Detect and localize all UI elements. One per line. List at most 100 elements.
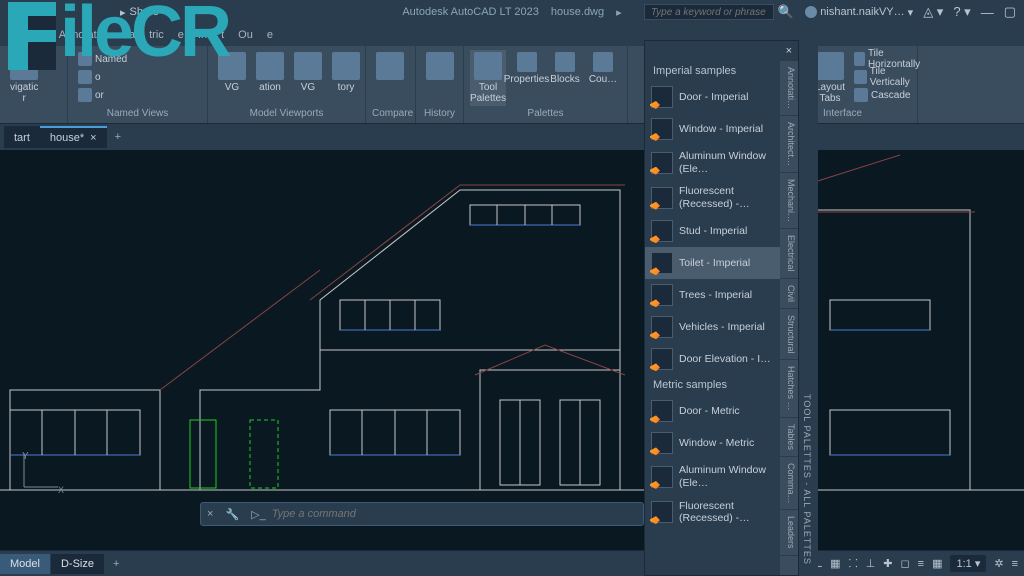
- palette-tab[interactable]: Leaders: [780, 510, 798, 556]
- user-account[interactable]: nishant.naikVY… ▾: [805, 6, 913, 19]
- view-button[interactable]: o: [74, 68, 105, 86]
- label: Named: [95, 54, 127, 65]
- viewport-button[interactable]: tory: [328, 50, 364, 95]
- customize-icon[interactable]: ≡: [1012, 558, 1018, 570]
- label: o: [95, 72, 101, 83]
- minimize-icon[interactable]: —: [981, 5, 994, 20]
- fluorescent-icon: [651, 187, 673, 209]
- share-button[interactable]: ▸ Share: [120, 6, 159, 19]
- ortho-icon[interactable]: ⊥: [866, 557, 876, 570]
- count-button[interactable]: Cou…: [585, 50, 621, 87]
- add-tab-button[interactable]: +: [107, 127, 129, 147]
- label: Cascade: [871, 90, 910, 101]
- viewport-button[interactable]: VG: [290, 50, 326, 95]
- help-icon[interactable]: ? ▾: [953, 4, 970, 20]
- palette-title-bar[interactable]: TOOL PALETTES - ALL PALETTES: [798, 41, 818, 575]
- ribbon-tab[interactable]: Ou: [238, 29, 253, 41]
- named-button[interactable]: Named: [74, 50, 131, 68]
- palette-item[interactable]: Aluminum Window (Ele…: [645, 145, 780, 180]
- palette-close-icon[interactable]: ×: [786, 45, 792, 57]
- doc-tab-house[interactable]: house*×: [40, 126, 107, 148]
- palette-item[interactable]: Aluminum Window (Ele…: [645, 459, 780, 494]
- palette-item[interactable]: Fluorescent (Recessed) -…: [645, 495, 780, 530]
- drawing-canvas[interactable]: Y X × 🔧 ▷_: [0, 150, 1024, 550]
- viewport-button[interactable]: VG: [214, 50, 250, 95]
- properties-button[interactable]: Properties: [508, 50, 545, 87]
- blocks-button[interactable]: Blocks: [547, 50, 583, 87]
- restore-icon[interactable]: ▢: [1004, 4, 1016, 20]
- door-icon: [651, 86, 673, 108]
- ribbon-tab[interactable]: tric: [149, 29, 164, 41]
- grid-icon[interactable]: ▦: [830, 557, 840, 570]
- polar-icon[interactable]: ✚: [883, 557, 892, 570]
- keyword-search-input[interactable]: [644, 4, 774, 20]
- palette-category-tabs: Annotati… Architect… Mechani… Electrical…: [780, 61, 798, 575]
- palette-tab[interactable]: Tables: [780, 418, 798, 457]
- label: Properties: [504, 74, 550, 85]
- viewport-button[interactable]: ation: [252, 50, 288, 95]
- add-layout-button[interactable]: +: [105, 554, 127, 574]
- palette-item[interactable]: Door Elevation - I…: [645, 343, 780, 375]
- ribbon-tab[interactable]: t: [221, 29, 224, 41]
- transparency-icon[interactable]: ▦: [932, 557, 942, 570]
- palette-item[interactable]: Vehicles - Imperial: [645, 311, 780, 343]
- aluminum-window-icon: [651, 152, 673, 174]
- palette-item[interactable]: Stud - Imperial: [645, 215, 780, 247]
- label: Window - Metric: [679, 437, 754, 450]
- palette-tab[interactable]: Mechani…: [780, 173, 798, 229]
- svg-text:X: X: [58, 485, 64, 495]
- tile-vertically-button[interactable]: Tile Vertically: [850, 68, 927, 86]
- palette-item[interactable]: Window - Imperial: [645, 113, 780, 145]
- palette-tab[interactable]: Architect…: [780, 116, 798, 173]
- window-icon: [651, 432, 673, 454]
- view-button[interactable]: or: [74, 86, 108, 104]
- ribbon-tab[interactable]: e: [178, 29, 184, 41]
- palette-tab[interactable]: Comma…: [780, 457, 798, 511]
- label: tory: [338, 82, 355, 93]
- ribbon-group-label: [6, 106, 61, 119]
- lineweight-icon[interactable]: ≡: [918, 558, 924, 570]
- cascade-button[interactable]: Cascade: [850, 86, 927, 104]
- command-input[interactable]: [272, 508, 643, 520]
- palette-item[interactable]: Fluorescent (Recessed) -…: [645, 180, 780, 215]
- autodesk-icon[interactable]: ◬ ▾: [923, 4, 943, 20]
- palette-tab[interactable]: Structural: [780, 309, 798, 361]
- palette-item[interactable]: Trees - Imperial: [645, 279, 780, 311]
- palette-item[interactable]: Window - Metric: [645, 427, 780, 459]
- ribbon-tab[interactable]: rt: [38, 29, 45, 41]
- ribbon-tab[interactable]: In: [198, 29, 207, 41]
- doc-tab-start[interactable]: tart: [4, 126, 40, 148]
- label: Door - Imperial: [679, 91, 748, 104]
- command-line[interactable]: × 🔧 ▷_: [200, 502, 644, 526]
- annotation-scale[interactable]: 1:1 ▾: [950, 555, 986, 572]
- label: Vehicles - Imperial: [679, 321, 765, 334]
- close-icon[interactable]: ×: [90, 132, 96, 144]
- title-dropdown-icon[interactable]: ▸: [616, 6, 622, 19]
- layout-tab[interactable]: D-Size: [51, 554, 105, 574]
- ribbon-tab[interactable]: e: [267, 29, 273, 41]
- palette-item[interactable]: Door - Metric: [645, 395, 780, 427]
- door-elevation-icon: [651, 348, 673, 370]
- label: ation: [259, 82, 281, 93]
- compare-button[interactable]: [372, 50, 408, 84]
- palette-tab[interactable]: Electrical: [780, 229, 798, 279]
- ribbon-tab[interactable]: Annotat…: [59, 29, 108, 41]
- palette-tab[interactable]: Hatches …: [780, 360, 798, 418]
- osnap-icon[interactable]: ◻: [901, 557, 910, 570]
- cmd-config-icon[interactable]: 🔧: [219, 508, 245, 521]
- tool-palette[interactable]: × Imperial samples Door - Imperial Windo…: [644, 40, 799, 576]
- snap-icon[interactable]: ⸬: [849, 556, 858, 571]
- search-icon[interactable]: 🔍: [778, 4, 794, 20]
- ribbon-tab[interactable]: Pa: [122, 29, 135, 41]
- palette-tab[interactable]: Civil: [780, 279, 798, 309]
- palette-item[interactable]: Door - Imperial: [645, 81, 780, 113]
- navigation-button[interactable]: vigaticr: [6, 50, 42, 106]
- history-button[interactable]: [422, 50, 458, 84]
- workspace-icon[interactable]: ✲: [994, 557, 1003, 570]
- palette-item[interactable]: Toilet - Imperial: [645, 247, 780, 279]
- cmd-close-icon[interactable]: ×: [201, 508, 219, 520]
- tool-palettes-button[interactable]: ToolPalettes: [470, 50, 506, 106]
- label: Blocks: [550, 74, 579, 85]
- palette-tab[interactable]: Annotati…: [780, 61, 798, 116]
- model-tab[interactable]: Model: [0, 554, 51, 574]
